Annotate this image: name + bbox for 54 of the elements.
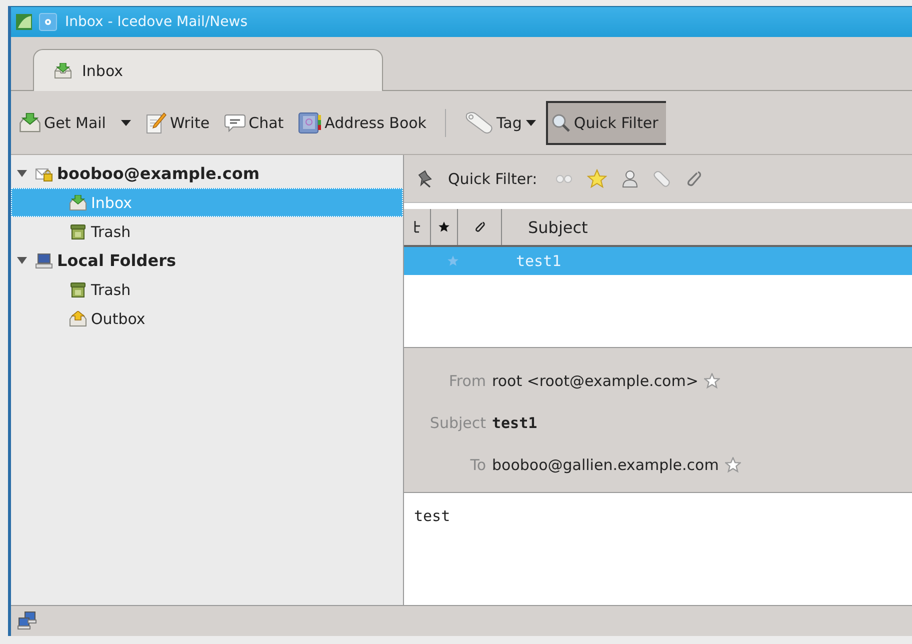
header-label: Subject: [428, 414, 486, 432]
subject-text: test1: [516, 252, 562, 270]
expander-icon[interactable]: [17, 170, 27, 177]
toolbar-button[interactable]: Write: [140, 100, 214, 144]
toolbar-button[interactable]: Get Mail: [15, 100, 135, 144]
star-icon[interactable]: [704, 373, 720, 389]
toolbar-button[interactable]: Quick Filter: [546, 100, 666, 144]
star-icon[interactable]: [587, 168, 608, 188]
inbox-icon: [54, 62, 72, 78]
star-icon[interactable]: [447, 255, 459, 267]
tag-icon[interactable]: [653, 170, 672, 188]
paperclip-icon[interactable]: [685, 170, 704, 188]
menu-icon[interactable]: [39, 13, 57, 31]
header-label: To: [469, 456, 486, 474]
address-book-icon: [298, 112, 322, 134]
tag-icon: [464, 110, 494, 134]
folder-tree-item[interactable]: booboo@example.com: [11, 159, 403, 188]
toolbar-button[interactable]: Address Book: [294, 100, 430, 144]
inbox-icon: [19, 112, 41, 132]
email-address[interactable]: root <root@example.com>: [492, 372, 698, 390]
person-icon[interactable]: [621, 170, 640, 188]
computer-icon: [35, 252, 53, 268]
folder-tree-item[interactable]: Outbox: [11, 304, 403, 333]
toolbar-button[interactable]: Chat: [220, 100, 288, 144]
tab[interactable]: Inbox: [33, 49, 383, 91]
search-icon: [550, 112, 571, 132]
trash-icon: [69, 224, 87, 240]
app-icon: [15, 13, 33, 31]
subject-text: test1: [492, 414, 538, 432]
paperclip-icon: [474, 221, 486, 233]
star-icon[interactable]: [724, 457, 741, 473]
inbox-icon: [69, 194, 87, 210]
pin-icon[interactable]: [416, 170, 434, 188]
message-body: test: [414, 507, 450, 525]
thread-icon: [413, 221, 421, 233]
folder-tree-item[interactable]: Trash: [11, 217, 403, 246]
expander-icon[interactable]: [17, 257, 27, 264]
email-address[interactable]: booboo@gallien.example.com: [492, 456, 719, 474]
star-icon: [438, 221, 450, 233]
glasses-icon[interactable]: [555, 174, 574, 184]
mail-account-icon: [35, 166, 53, 182]
quick-filter-label: Quick Filter:: [448, 170, 538, 188]
network-icon: [17, 611, 37, 631]
outbox-icon: [69, 310, 87, 326]
window-title: Inbox - Icedove Mail/News: [65, 14, 248, 30]
speech-bubble-icon: [224, 112, 246, 132]
folder-tree-item[interactable]: Local Folders: [11, 246, 403, 275]
folder-tree-item[interactable]: Trash: [11, 275, 403, 304]
toolbar-button[interactable]: Tag: [460, 100, 540, 144]
pencil-icon: [144, 112, 167, 134]
trash-icon: [69, 282, 87, 298]
caret-icon: [526, 120, 536, 126]
caret-icon[interactable]: [120, 120, 131, 126]
header-label: From: [448, 372, 486, 390]
